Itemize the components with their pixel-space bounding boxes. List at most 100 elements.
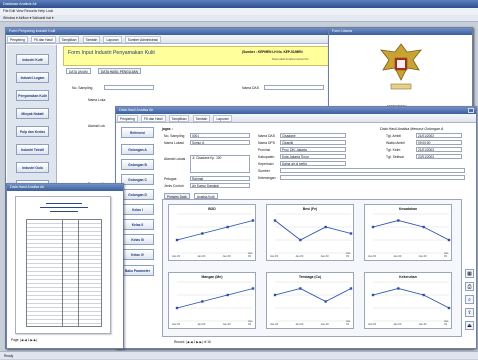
tick-label: Jan-03 [222, 323, 231, 326]
label-waktu-ambil: Waktu Ambil [386, 141, 405, 145]
analysis-toolbar-tampilkan[interactable]: Tampilkan [168, 115, 190, 122]
nav-industri-gula[interactable]: Industri Gula [16, 162, 49, 173]
field-nama-lokasi[interactable]: Sumur A [190, 140, 250, 145]
chart-view-icon[interactable]: ▦ [465, 269, 474, 278]
print-icon[interactable]: ⎙ [465, 282, 474, 291]
field-tgl-selesai[interactable]: 22/01/2003 [416, 154, 462, 159]
toolbar-tambah[interactable]: Tambah [82, 36, 101, 43]
report-page [15, 196, 111, 334]
field-tgl-kirim[interactable]: 21/01/2003 [416, 147, 462, 152]
label-keterangan: Keterangan [258, 176, 276, 180]
tick-label: Jan-03 [270, 323, 278, 326]
form-header: Form Input Industri Penyamakan Kulit (Su… [63, 46, 333, 66]
analysis-toolbar-tambah[interactable]: Tambah [192, 115, 211, 122]
series-line [274, 220, 352, 241]
field-provinsi[interactable]: Prov. DKI Jakarta [280, 147, 346, 152]
field-tgl-ambil[interactable]: 21/01/2003 [416, 133, 462, 138]
tick-label: Jan-03 [248, 320, 254, 326]
field-keterangan[interactable] [280, 175, 465, 180]
form-source-sub: Data Hasil Analisa Industri Pe [272, 57, 309, 61]
record-navigator[interactable]: Record: |◀ ◀ 1 ▶ ▶| of 16 [174, 340, 211, 344]
report-window-title: Data Hasil Analisa Air [7, 184, 123, 191]
chart-kesadahan: Kesadahan Jan-03 Jan-03 Jan-03 Jan-03 [364, 204, 452, 261]
nav-minyak-nabati[interactable]: Minyak Nabati [16, 108, 49, 119]
label-tgl-ambil: Tgl. Ambil [386, 134, 401, 138]
analysis-toolbar-hasil[interactable]: F6 dan Hasil [140, 115, 166, 122]
exit-icon[interactable]: ⏏ [465, 321, 474, 330]
field-no-sampling-main[interactable] [104, 85, 154, 90]
side-golongan-b[interactable]: Golongan B [121, 159, 154, 170]
data-point [201, 300, 204, 303]
app-secondary-toolbar[interactable]: Window ▾ Airflow ▾ Salinanti hat ▾ [0, 15, 478, 22]
toolbar-hasil[interactable]: F6 dan Hasil [30, 36, 56, 43]
data-point [422, 225, 425, 229]
label-nama-lokasi: Nama Lokasi [164, 141, 184, 145]
analysis-window-title: Data Hasil Analisa Air [116, 107, 476, 114]
report-heading-line-2 [40, 207, 88, 208]
data-point [397, 219, 400, 222]
logo-window: Form Utama KEMENTRIAN [328, 27, 473, 117]
field-sumber[interactable] [280, 168, 465, 173]
field-jenis-contoh[interactable]: Air Sumur Dangkal [190, 183, 250, 188]
label-petugas: Petugas [164, 177, 177, 181]
tick-label: Jan-03 [444, 320, 450, 326]
analysis-toolbar-penyaring[interactable]: Penyaring [117, 115, 138, 122]
app-title-bar: Database Analisis Air [0, 0, 478, 8]
field-keperluan[interactable]: Dalna air di sertig [280, 161, 346, 166]
nav-industri-kulit[interactable]: Industri Kulit [16, 54, 49, 65]
tab-data-hasil[interactable]: DATA HASIL PENGUJIAN [98, 68, 141, 74]
side-kelas-1[interactable]: Kelas I [121, 204, 154, 215]
field-kabupaten[interactable]: Kota Jakarta Timur [280, 154, 346, 159]
nav-penyamakan-kulit[interactable]: Penyamakan Kulit [16, 90, 49, 101]
field-nama-das[interactable]: Cisadane [280, 133, 346, 138]
side-kelas-2[interactable]: Kelas II [121, 219, 154, 230]
garuda-emblem-icon [377, 40, 425, 100]
toolbar-penyaring[interactable]: Penyaring [7, 36, 28, 43]
app-menu-bar[interactable]: File Edit View Records Help Look [0, 8, 478, 15]
toolbar-sumber[interactable]: Sumber Administrasi [124, 36, 161, 43]
tick-label: Jan-03 [222, 255, 231, 258]
label-keperluan: Keperluan [258, 162, 274, 166]
analysis-toolbar: Penyaring F6 dan Hasil Tampilkan Tambah … [116, 114, 476, 123]
logo-window-title: Form Utama [329, 28, 472, 35]
side-kelas-4[interactable]: Kelas IV [121, 249, 154, 260]
tick-label: Jan-03 [368, 323, 376, 326]
toolbar-tampilkan[interactable]: Tampilkan [58, 36, 80, 43]
export-icon[interactable]: ⇪ [465, 308, 474, 317]
close-icon[interactable] [468, 108, 474, 113]
analysis-toolbar-laporan[interactable]: Laporan [213, 115, 232, 122]
label-alamat-lokasi: Alamat Lokasi [164, 157, 186, 161]
chart-plot [175, 281, 255, 322]
data-point [251, 219, 255, 222]
report-table-col-divider-2 [78, 219, 79, 327]
label-sumber: Sumber [258, 169, 270, 173]
side-golongan-c[interactable]: Golongan C [121, 174, 154, 185]
toolbar-laporan[interactable]: Laporan [103, 36, 122, 43]
data-point [251, 287, 255, 290]
report-heading-line [46, 203, 82, 204]
chart-bod: BOD Jan-03 Jan-03 Jan-03 Jan-03 [168, 204, 256, 261]
field-nama-dps[interactable]: Cikaniki [280, 140, 346, 145]
nav-industri-logam[interactable]: Industri Logam [16, 72, 49, 83]
field-waktu-ambil[interactable]: 09:00:00 [416, 140, 462, 145]
side-golongan-d[interactable]: Golongan D [121, 189, 154, 200]
side-golongan-a[interactable]: Golongan A [121, 144, 154, 155]
label-nama-dps-main: Nama DAS [242, 86, 259, 90]
side-baku-parameter[interactable]: Baku Parameter [121, 265, 154, 276]
field-alamat-lokasi[interactable]: Jl. Cisadane Kp. 100 [190, 155, 250, 173]
side-referensi[interactable]: Referensi [121, 127, 154, 138]
data-point [397, 287, 400, 290]
zoom-icon[interactable]: ⌕ [465, 295, 474, 304]
field-petugas[interactable]: Rahmat [190, 176, 250, 181]
nav-industri-tekstil[interactable]: Industri Tekstil [16, 144, 49, 155]
tab-data-umum[interactable]: DATA UMUM [66, 68, 91, 74]
data-point [324, 300, 327, 303]
report-page-nav[interactable]: Page: |◀ ◀ 1 ▶ ▶| [11, 338, 37, 342]
label-no-sampling: No. Sampling [164, 134, 185, 138]
tick-label: Jan-03 [197, 323, 206, 326]
nav-pulp-kertas[interactable]: Pulp dan Kertas [16, 126, 49, 137]
field-no-sampling[interactable]: 0001 [190, 133, 250, 138]
field-nama-dps-main[interactable] [264, 85, 324, 90]
data-point [349, 287, 353, 290]
side-kelas-3[interactable]: Kelas III [121, 234, 154, 245]
